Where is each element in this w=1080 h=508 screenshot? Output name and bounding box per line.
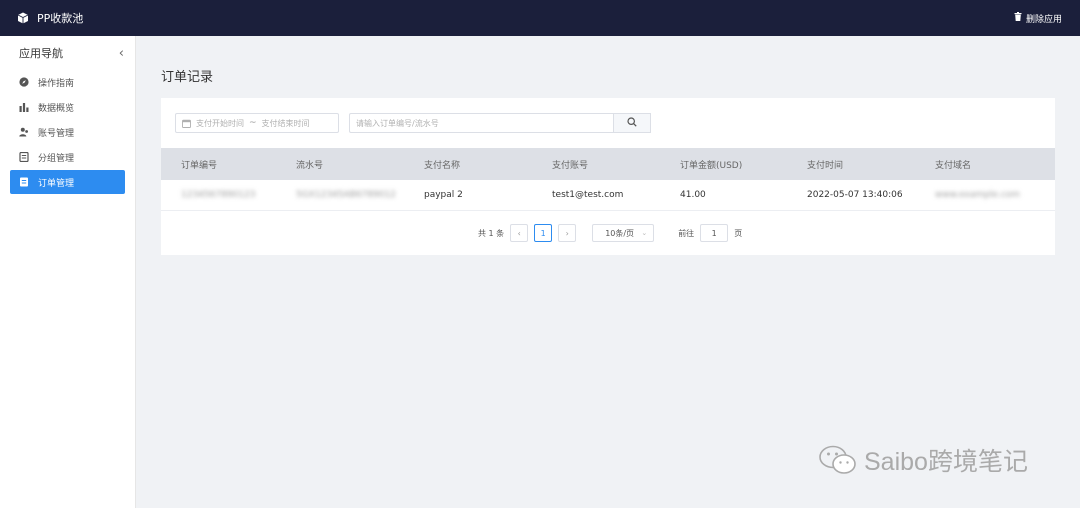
cube-logo-icon (17, 12, 29, 24)
sidebar: 应用导航 ‹ 操作指南 数据概览 账号管理 分组管理 订单管理 (0, 36, 136, 508)
orders-table: 订单编号 流水号 支付名称 支付账号 订单金额(USD) 支付时间 支付域名 1… (161, 148, 1055, 211)
orders-card: 支付开始时间 ~ 支付结束时间 订单编号 流水号 支付名称 支付账号 订单金额(… (161, 98, 1055, 255)
calendar-icon (182, 119, 191, 128)
search-input[interactable] (349, 113, 613, 133)
bar-chart-icon (19, 102, 29, 112)
users-icon (19, 127, 29, 137)
column-header[interactable]: 支付域名 (935, 158, 971, 171)
pay-account-cell: test1@test.com (552, 190, 624, 200)
page-size-value: 10条/页 (605, 228, 635, 238)
goto-label: 前往 (678, 228, 695, 238)
table-header: 订单编号 流水号 支付名称 支付账号 订单金额(USD) 支付时间 支付域名 (161, 148, 1055, 180)
pay-domain-cell: www.example.com (935, 190, 1020, 200)
range-separator: ~ (249, 118, 257, 128)
wechat-icon (818, 443, 858, 477)
page-suffix: 页 (734, 228, 743, 238)
serial-number-cell: 5GX12345AB6789012 (296, 190, 396, 200)
filter-bar: 支付开始时间 ~ 支付结束时间 (175, 113, 651, 133)
search-button[interactable] (613, 113, 651, 133)
column-header[interactable]: 支付时间 (807, 158, 843, 171)
search-icon (627, 116, 637, 130)
sidebar-item-groups[interactable]: 分组管理 (10, 145, 125, 169)
sidebar-item-guide[interactable]: 操作指南 (10, 70, 125, 94)
column-header[interactable]: 订单金额(USD) (680, 158, 742, 171)
sidebar-item-label: 分组管理 (38, 153, 75, 164)
column-header[interactable]: 订单编号 (181, 158, 217, 171)
date-range-picker[interactable]: 支付开始时间 ~ 支付结束时间 (175, 113, 339, 133)
chevron-down-icon: ⌄ (641, 229, 648, 237)
sidebar-item-accounts[interactable]: 账号管理 (10, 120, 125, 144)
sidebar-item-label: 账号管理 (38, 128, 75, 139)
sidebar-item-label: 订单管理 (38, 178, 75, 189)
list-icon (19, 152, 29, 162)
top-bar: PP收款池 删除应用 (0, 0, 1080, 36)
page-size-select[interactable]: 10条/页 ⌄ (592, 224, 655, 242)
brand: PP收款池 (17, 10, 83, 26)
total-count: 共 1 条 (478, 228, 505, 238)
delete-app-label: 删除应用 (1025, 14, 1062, 25)
watermark-text: Saibo跨境笔记 (864, 448, 1028, 476)
pay-time-cell: 2022-05-07 13:40:06 (807, 190, 903, 200)
pagination: 共 1 条 ‹ 1 › 10条/页 ⌄ 前往 页 (478, 224, 742, 242)
sidebar-header: 应用导航 ‹ (0, 36, 135, 70)
column-header[interactable]: 支付账号 (552, 158, 588, 171)
table-row[interactable]: 1234567890123 5GX12345AB6789012 paypal 2… (161, 180, 1055, 211)
start-time-placeholder: 支付开始时间 (196, 118, 244, 128)
order-icon (19, 177, 29, 187)
sidebar-item-orders[interactable]: 订单管理 (10, 170, 125, 194)
page-number-button[interactable]: 1 (534, 224, 553, 242)
page-title: 订单记录 (161, 70, 214, 85)
column-header[interactable]: 流水号 (296, 158, 323, 171)
main-content: 订单记录 支付开始时间 ~ 支付结束时间 订 (136, 36, 1080, 508)
amount-cell: 41.00 (680, 190, 706, 200)
collapse-sidebar-icon[interactable]: ‹ (119, 46, 124, 61)
search-group (349, 113, 651, 133)
pay-name-cell: paypal 2 (424, 190, 463, 200)
sidebar-item-label: 操作指南 (38, 78, 75, 89)
goto-page-input[interactable] (700, 224, 729, 242)
column-header[interactable]: 支付名称 (424, 158, 460, 171)
sidebar-title: 应用导航 (19, 47, 63, 60)
sidebar-item-label: 数据概览 (38, 103, 75, 114)
prev-page-button[interactable]: ‹ (510, 224, 529, 242)
trash-icon (1014, 12, 1022, 24)
order-number-cell: 1234567890123 (181, 190, 256, 200)
sidebar-item-overview[interactable]: 数据概览 (10, 95, 125, 119)
next-page-button[interactable]: › (558, 224, 577, 242)
delete-app-button[interactable]: 删除应用 (1014, 12, 1062, 25)
compass-icon (19, 77, 29, 87)
app-name: PP收款池 (37, 12, 84, 25)
watermark: Saibo跨境笔记 (818, 442, 1028, 478)
end-time-placeholder: 支付结束时间 (261, 118, 310, 128)
